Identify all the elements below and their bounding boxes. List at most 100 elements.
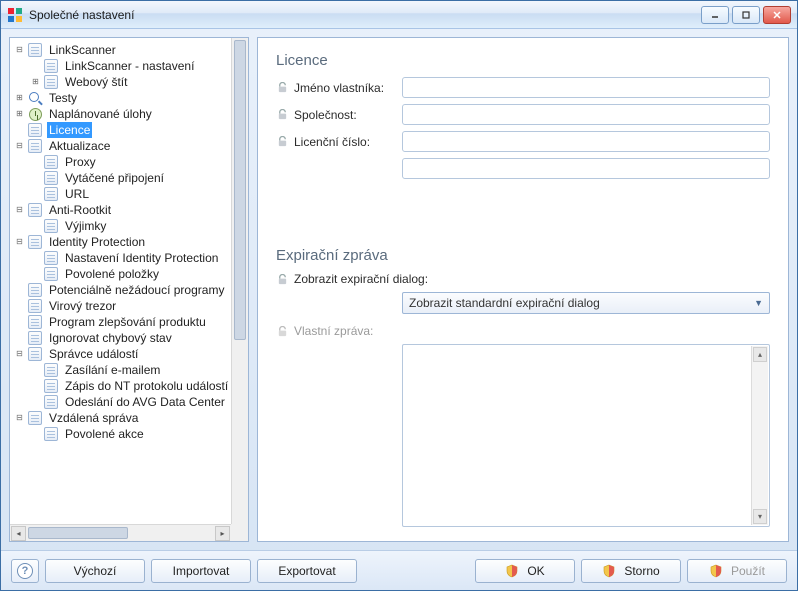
tree-item-idp-settings[interactable]: Nastavení Identity Protection	[10, 250, 248, 266]
page-icon	[27, 346, 43, 362]
tree-horizontal-scrollbar[interactable]: ◂ ▸	[10, 524, 231, 541]
minimize-button[interactable]	[701, 6, 729, 24]
content-panel: Licence Jméno vlastníka: Společnost: Lic…	[257, 37, 789, 542]
tree-item-linkscanner-settings[interactable]: LinkScanner - nastavení	[10, 58, 248, 74]
exp-dialog-select-value: Zobrazit standardní expirační dialog	[409, 296, 600, 310]
default-button[interactable]: Výchozí	[45, 559, 145, 583]
page-icon	[27, 330, 43, 346]
expiration-section-title: Expirační zpráva	[276, 247, 770, 264]
tree-item-webshield[interactable]: ⊞Webový štít	[10, 74, 248, 90]
owner-input[interactable]	[402, 77, 770, 98]
company-input[interactable]	[402, 104, 770, 125]
page-icon	[43, 378, 59, 394]
help-button[interactable]: ?	[11, 559, 39, 583]
lock-icon	[276, 136, 288, 148]
page-icon	[43, 266, 59, 282]
custom-msg-textarea[interactable]: ▴ ▾	[402, 344, 770, 527]
button-bar: ? Výchozí Importovat Exportovat OK Storn…	[1, 550, 797, 590]
import-button[interactable]: Importovat	[151, 559, 251, 583]
tree-item-ignore-err[interactable]: Ignorovat chybový stav	[10, 330, 248, 346]
page-icon	[27, 202, 43, 218]
maximize-button[interactable]	[732, 6, 760, 24]
textarea-scrollbar[interactable]: ▴ ▾	[751, 346, 768, 525]
licno-extra-input[interactable]	[402, 158, 770, 179]
tree-item-nt-log[interactable]: Zápis do NT protokolu událostí	[10, 378, 248, 394]
tree-item-scheduled[interactable]: ⊞Naplánované úlohy	[10, 106, 248, 122]
company-row: Společnost:	[276, 104, 770, 125]
export-button[interactable]: Exportovat	[257, 559, 357, 583]
ok-button[interactable]: OK	[475, 559, 575, 583]
exp-show-row: Zobrazit expirační dialog:	[276, 272, 770, 286]
close-button[interactable]	[763, 6, 791, 24]
scroll-down-icon[interactable]: ▾	[753, 509, 767, 524]
page-icon	[27, 234, 43, 250]
shield-icon	[602, 564, 616, 578]
page-icon	[43, 74, 59, 90]
page-icon	[43, 218, 59, 234]
tree-item-email-send[interactable]: Zasílání e-mailem	[10, 362, 248, 378]
app-icon	[7, 7, 23, 23]
scroll-left-icon[interactable]: ◂	[11, 526, 26, 541]
licno-input[interactable]	[402, 131, 770, 152]
tree-item-tests[interactable]: ⊞Testy	[10, 90, 248, 106]
scroll-right-icon[interactable]: ▸	[215, 526, 230, 541]
tree-item-linkscanner[interactable]: ⊟LinkScanner	[10, 42, 248, 58]
page-icon	[43, 186, 59, 202]
settings-window: Společné nastavení ⊟LinkScanner LinkScan…	[0, 0, 798, 591]
chevron-down-icon: ▼	[754, 298, 763, 308]
tree-item-proxy[interactable]: Proxy	[10, 154, 248, 170]
tree-scroll-area[interactable]: ⊟LinkScanner LinkScanner - nastavení ⊞We…	[10, 38, 248, 541]
tree-item-pup[interactable]: Potenciálně nežádoucí programy	[10, 282, 248, 298]
exp-show-label: Zobrazit expirační dialog:	[294, 272, 428, 286]
clock-icon	[27, 106, 43, 122]
page-icon	[27, 42, 43, 58]
page-icon	[27, 138, 43, 154]
page-icon	[43, 362, 59, 378]
tree-item-idp[interactable]: ⊟Identity Protection	[10, 234, 248, 250]
tree-item-remote[interactable]: ⊟Vzdálená správa	[10, 410, 248, 426]
page-icon	[43, 154, 59, 170]
page-icon	[43, 250, 59, 266]
owner-row: Jméno vlastníka:	[276, 77, 770, 98]
tree-item-pip[interactable]: Program zlepšování produktu	[10, 314, 248, 330]
tree-item-antirootkit[interactable]: ⊟Anti-Rootkit	[10, 202, 248, 218]
cancel-button[interactable]: Storno	[581, 559, 681, 583]
tree-item-avg-dc[interactable]: Odeslání do AVG Data Center	[10, 394, 248, 410]
owner-label: Jméno vlastníka:	[294, 81, 402, 95]
tree-item-update[interactable]: ⊟Aktualizace	[10, 138, 248, 154]
tree-vertical-scrollbar[interactable]	[231, 38, 248, 524]
page-icon	[27, 410, 43, 426]
page-icon	[43, 394, 59, 410]
shield-icon	[709, 564, 723, 578]
tree-panel: ⊟LinkScanner LinkScanner - nastavení ⊞We…	[9, 37, 249, 542]
tree-item-licence[interactable]: Licence	[10, 122, 248, 138]
tree-item-idp-allowed[interactable]: Povolené položky	[10, 266, 248, 282]
custom-msg-row: Vlastní zpráva:	[276, 324, 770, 338]
tree-item-url[interactable]: URL	[10, 186, 248, 202]
search-icon	[27, 90, 43, 106]
window-controls	[701, 6, 791, 24]
lock-icon	[276, 109, 288, 121]
tree-item-exceptions[interactable]: Výjimky	[10, 218, 248, 234]
page-icon	[27, 122, 43, 138]
company-label: Společnost:	[294, 108, 402, 122]
tree-item-vault[interactable]: Virový trezor	[10, 298, 248, 314]
body: ⊟LinkScanner LinkScanner - nastavení ⊞We…	[1, 29, 797, 550]
help-icon: ?	[17, 563, 33, 579]
exp-dialog-select[interactable]: Zobrazit standardní expirační dialog ▼	[402, 292, 770, 314]
licno-extra-row	[402, 158, 770, 179]
licno-row: Licenční číslo:	[276, 131, 770, 152]
apply-button[interactable]: Použít	[687, 559, 787, 583]
tree-item-event-mgr[interactable]: ⊟Správce událostí	[10, 346, 248, 362]
custom-msg-label: Vlastní zpráva:	[294, 324, 402, 338]
page-icon	[43, 58, 59, 74]
tree-item-allowed-actions[interactable]: Povolené akce	[10, 426, 248, 442]
shield-icon	[505, 564, 519, 578]
lock-icon	[276, 325, 288, 337]
tree-item-dialup[interactable]: Vytáčené připojení	[10, 170, 248, 186]
scroll-up-icon[interactable]: ▴	[753, 347, 767, 362]
titlebar[interactable]: Společné nastavení	[1, 1, 797, 29]
window-title: Společné nastavení	[29, 8, 701, 22]
lock-icon	[276, 82, 288, 94]
page-icon	[27, 298, 43, 314]
